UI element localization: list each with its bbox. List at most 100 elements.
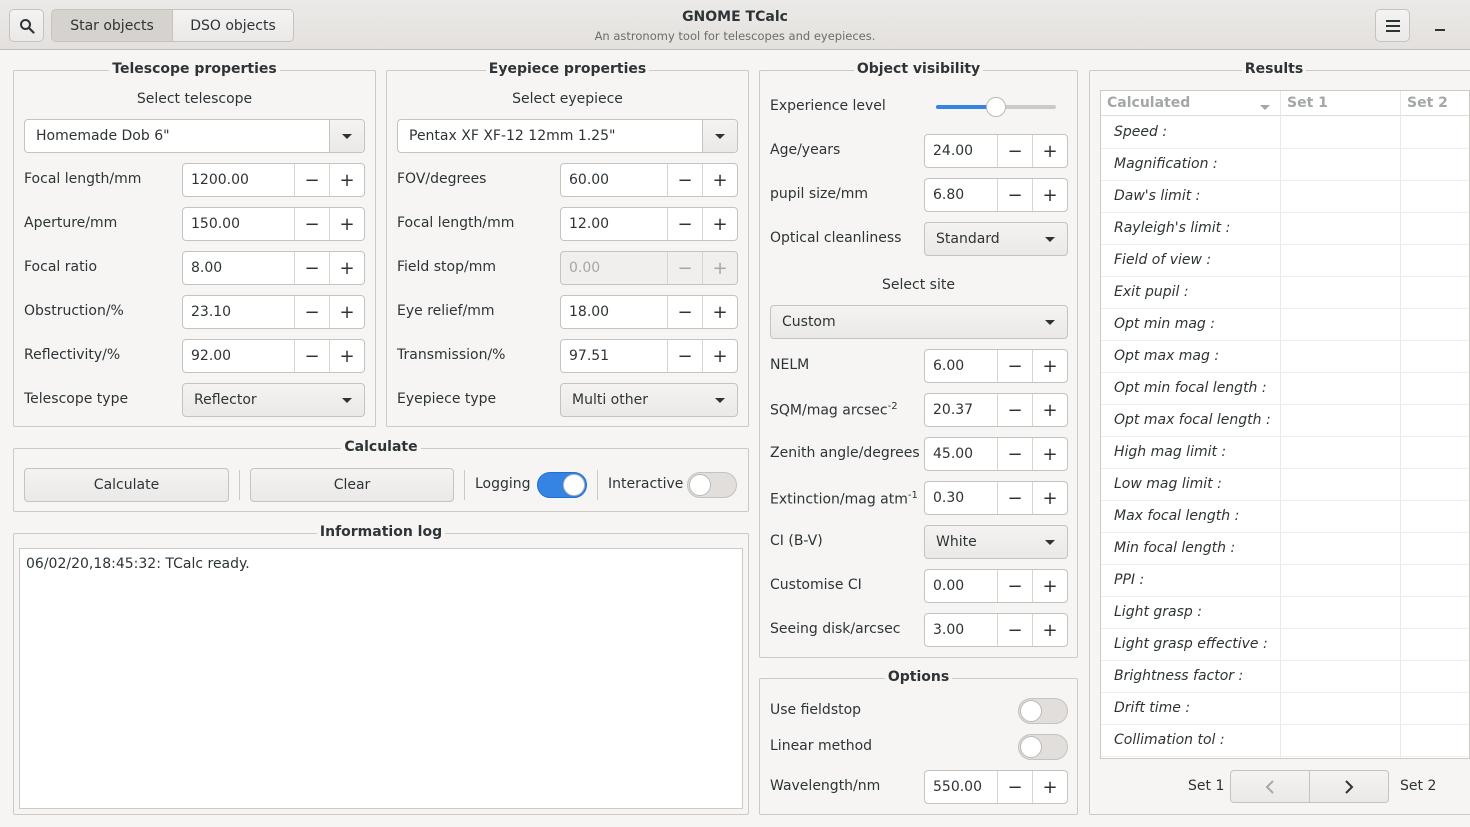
previous-set-button[interactable] (1230, 770, 1310, 803)
minus-button[interactable]: − (294, 252, 329, 284)
spin-value[interactable]: 24.00 (925, 135, 997, 167)
results-row[interactable]: Max focal length : (1101, 501, 1469, 533)
minus-button[interactable]: − (997, 482, 1032, 514)
results-row[interactable]: Field of view : (1101, 245, 1469, 277)
plus-button[interactable]: + (702, 164, 737, 196)
results-row[interactable]: Drift time : (1101, 693, 1469, 725)
telescope-combo-arrow[interactable] (329, 120, 364, 152)
minus-button[interactable]: − (667, 208, 702, 240)
plus-button[interactable]: + (702, 340, 737, 372)
minus-button[interactable]: − (997, 179, 1032, 211)
seeing-disk-spin[interactable]: 3.00 − + (924, 613, 1068, 647)
clear-button[interactable]: Clear (250, 468, 454, 502)
telescope-aperture-spin[interactable]: 150.00 − + (182, 207, 365, 241)
spin-value[interactable]: 92.00 (183, 340, 294, 372)
results-row[interactable]: Light grasp : (1101, 597, 1469, 629)
minus-button[interactable]: − (997, 614, 1032, 646)
results-row[interactable]: Opt max focal length : (1101, 405, 1469, 437)
minus-button[interactable]: − (294, 296, 329, 328)
minimize-button[interactable] (1430, 16, 1450, 36)
results-row[interactable]: Opt min mag : (1101, 309, 1469, 341)
sqm-spin[interactable]: 20.37 − + (924, 393, 1068, 427)
spin-value[interactable]: 8.00 (183, 252, 294, 284)
spin-value[interactable]: 150.00 (183, 208, 294, 240)
zenith-angle-spin[interactable]: 45.00 − + (924, 437, 1068, 471)
age-spin[interactable]: 24.00 − + (924, 134, 1068, 168)
minus-button[interactable]: − (997, 438, 1032, 470)
eyepiece-fov-spin[interactable]: 60.00 − + (560, 163, 738, 197)
minus-button[interactable]: − (667, 164, 702, 196)
eyepiece-transmission-spin[interactable]: 97.51 − + (560, 339, 738, 373)
results-row[interactable]: Daw's limit : (1101, 181, 1469, 213)
minus-button[interactable]: − (997, 350, 1032, 382)
spin-value[interactable]: 3.00 (925, 614, 997, 646)
linear-method-switch[interactable] (1018, 734, 1068, 760)
use-fieldstop-switch[interactable] (1018, 698, 1068, 724)
ci-combo[interactable]: White (924, 525, 1068, 559)
plus-button[interactable]: + (1032, 614, 1067, 646)
spin-value[interactable]: 45.00 (925, 438, 997, 470)
results-table[interactable]: Calculated Set 1 Set 2 Speed : Magnificat… (1100, 90, 1470, 759)
plus-button[interactable]: + (1032, 570, 1067, 602)
experience-level-slider[interactable] (936, 96, 1056, 118)
minus-button[interactable]: − (997, 135, 1032, 167)
plus-button[interactable]: + (1032, 135, 1067, 167)
spin-value[interactable]: 20.37 (925, 394, 997, 426)
spin-value[interactable]: 18.00 (561, 296, 667, 328)
customise-ci-spin[interactable]: 0.00 − + (924, 569, 1068, 603)
minus-button[interactable]: − (667, 296, 702, 328)
spin-value[interactable]: 1200.00 (183, 164, 294, 196)
column-header-set2[interactable]: Set 2 (1407, 95, 1448, 111)
pupil-size-spin[interactable]: 6.80 − + (924, 178, 1068, 212)
next-set-button[interactable] (1309, 770, 1389, 803)
telescope-reflectivity-spin[interactable]: 92.00 − + (182, 339, 365, 373)
spin-value[interactable]: 60.00 (561, 164, 667, 196)
telescope-type-combo[interactable]: Reflector (182, 383, 365, 417)
results-row[interactable]: Collimation tol : (1101, 725, 1469, 757)
results-row[interactable]: Min focal length : (1101, 533, 1469, 565)
eyepiece-eye-relief-spin[interactable]: 18.00 − + (560, 295, 738, 329)
telescope-focal-ratio-spin[interactable]: 8.00 − + (182, 251, 365, 285)
minus-button[interactable]: − (294, 208, 329, 240)
log-textview[interactable]: 06/02/20,18:45:32: TCalc ready. (19, 548, 743, 809)
results-row[interactable]: Magnification : (1101, 149, 1469, 181)
minus-button[interactable]: − (294, 164, 329, 196)
eyepiece-type-combo[interactable]: Multi other (560, 383, 738, 417)
results-row[interactable]: Exit pupil : (1101, 277, 1469, 309)
plus-button[interactable]: + (329, 340, 364, 372)
logging-switch[interactable] (537, 472, 587, 498)
results-row[interactable]: PPI : (1101, 565, 1469, 597)
plus-button[interactable]: + (702, 208, 737, 240)
spin-value[interactable]: 0.00 (925, 570, 997, 602)
column-header-calculated[interactable]: Calculated (1107, 95, 1190, 111)
interactive-switch[interactable] (687, 472, 737, 498)
minus-button[interactable]: − (997, 394, 1032, 426)
eyepiece-combo-value[interactable]: Pentax XF XF-12 12mm 1.25" (398, 128, 702, 144)
eyepiece-focal-length-spin[interactable]: 12.00 − + (560, 207, 738, 241)
plus-button[interactable]: + (1032, 394, 1067, 426)
results-row[interactable]: Rayleigh's limit : (1101, 213, 1469, 245)
spin-value[interactable]: 0.30 (925, 482, 997, 514)
plus-button[interactable]: + (702, 296, 737, 328)
wavelength-spin[interactable]: 550.00 − + (924, 770, 1068, 804)
results-row[interactable]: Opt max mag : (1101, 341, 1469, 373)
plus-button[interactable]: + (1032, 179, 1067, 211)
spin-value[interactable]: 6.80 (925, 179, 997, 211)
site-combo[interactable]: Custom (770, 305, 1068, 339)
telescope-obstruction-spin[interactable]: 23.10 − + (182, 295, 365, 329)
calculate-button[interactable]: Calculate (24, 468, 229, 502)
results-row[interactable]: Light grasp effective : (1101, 629, 1469, 661)
plus-button[interactable]: + (1032, 438, 1067, 470)
results-row[interactable]: Brightness factor : (1101, 661, 1469, 693)
spin-value[interactable]: 6.00 (925, 350, 997, 382)
plus-button[interactable]: + (329, 296, 364, 328)
plus-button[interactable]: + (1032, 771, 1067, 803)
slider-knob[interactable] (986, 97, 1006, 117)
minus-button[interactable]: − (294, 340, 329, 372)
minus-button[interactable]: − (667, 340, 702, 372)
menu-button[interactable] (1375, 9, 1410, 42)
plus-button[interactable]: + (1032, 482, 1067, 514)
results-row[interactable]: Low mag limit : (1101, 469, 1469, 501)
spin-value[interactable]: 97.51 (561, 340, 667, 372)
plus-button[interactable]: + (329, 208, 364, 240)
